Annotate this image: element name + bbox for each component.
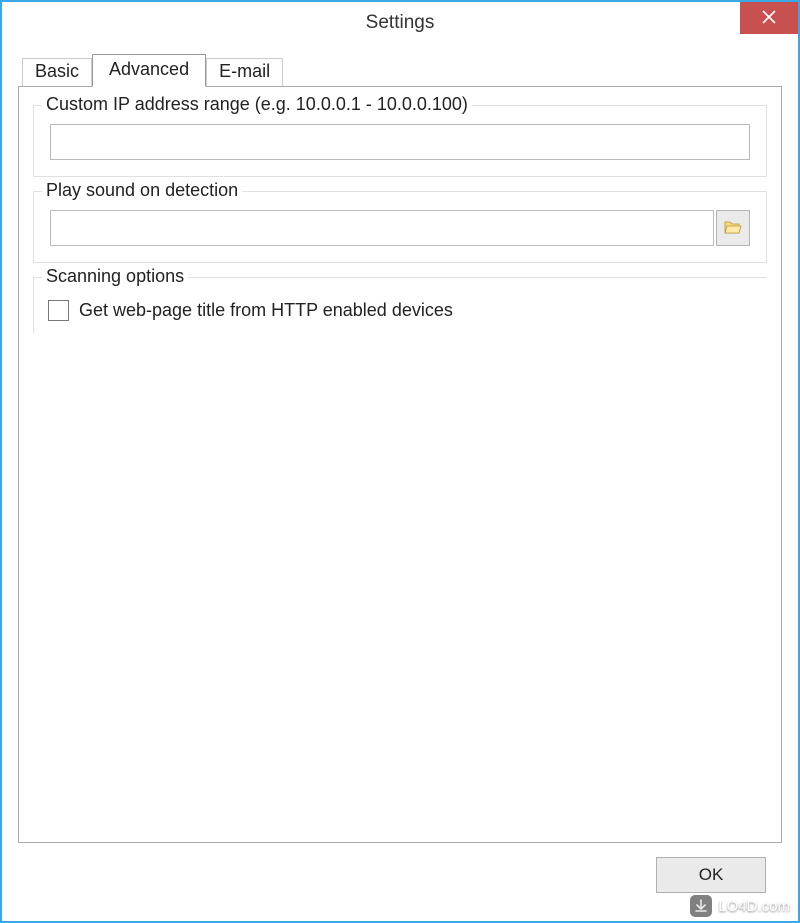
close-icon	[762, 10, 776, 27]
tab-strip: Basic Advanced E-mail	[22, 54, 782, 86]
window-title: Settings	[366, 12, 435, 34]
group-sound: Play sound on detection	[33, 191, 767, 263]
tab-panel-advanced: Custom IP address range (e.g. 10.0.0.1 -…	[18, 86, 782, 843]
watermark: LO4D.com	[690, 895, 790, 917]
group-scanning: Scanning options Get web-page title from…	[33, 277, 767, 333]
tab-basic-label: Basic	[35, 61, 79, 81]
tab-email[interactable]: E-mail	[206, 58, 283, 86]
watermark-icon	[690, 895, 712, 917]
group-ip-range: Custom IP address range (e.g. 10.0.0.1 -…	[33, 105, 767, 177]
sound-row	[50, 210, 750, 246]
ip-range-input[interactable]	[50, 124, 750, 160]
checkbox-row-http-title: Get web-page title from HTTP enabled dev…	[42, 296, 759, 325]
settings-window: Settings Basic Advanced E-mail Custom IP…	[0, 0, 800, 923]
group-sound-legend: Play sound on detection	[42, 180, 242, 201]
sound-path-input[interactable]	[50, 210, 714, 246]
group-scanning-legend: Scanning options	[42, 266, 188, 287]
tab-basic[interactable]: Basic	[22, 58, 92, 86]
ok-button-label: OK	[699, 865, 724, 884]
http-title-label: Get web-page title from HTTP enabled dev…	[79, 300, 453, 321]
tab-email-label: E-mail	[219, 61, 270, 81]
tab-advanced-label: Advanced	[109, 59, 189, 79]
group-ip-range-legend: Custom IP address range (e.g. 10.0.0.1 -…	[42, 94, 472, 115]
dialog-footer: OK	[18, 843, 782, 907]
titlebar: Settings	[2, 2, 798, 44]
folder-open-icon	[724, 219, 742, 238]
http-title-checkbox[interactable]	[48, 300, 69, 321]
close-button[interactable]	[740, 2, 798, 34]
tab-advanced[interactable]: Advanced	[92, 54, 206, 87]
watermark-text: LO4D.com	[718, 898, 790, 915]
ok-button[interactable]: OK	[656, 857, 766, 893]
browse-button[interactable]	[716, 210, 750, 246]
content-area: Basic Advanced E-mail Custom IP address …	[2, 44, 798, 921]
